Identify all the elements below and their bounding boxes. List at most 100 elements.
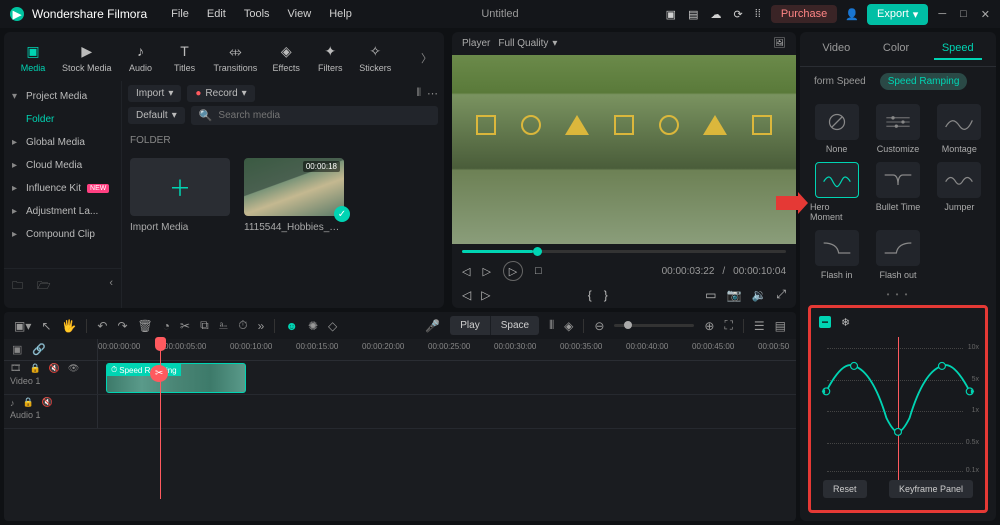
preset-none[interactable]: None <box>810 104 863 154</box>
tab-media[interactable]: ▣Media <box>12 38 54 77</box>
list-icon[interactable]: ☰ <box>754 319 765 333</box>
import-dropdown[interactable]: Import▾ <box>128 85 181 102</box>
collapse-tree-icon[interactable]: ‹ <box>109 277 113 296</box>
lock-icon[interactable]: 🔒 <box>23 397 34 408</box>
preset-customize[interactable]: Customize <box>871 104 924 154</box>
export-button[interactable]: Export▾ <box>867 4 928 25</box>
default-dropdown[interactable]: Default▾ <box>128 107 185 124</box>
camera-icon[interactable]: 📷 <box>726 288 741 302</box>
zoom-in-icon[interactable]: ⊕ <box>704 319 714 333</box>
tab-color[interactable]: Color <box>875 38 917 60</box>
tab-titles[interactable]: TTitles <box>164 38 206 77</box>
record-dropdown[interactable]: ●Record▾ <box>187 85 254 102</box>
tree-project-media[interactable]: ▾Project Media <box>4 85 121 108</box>
preset-hero-moment[interactable]: Hero Moment <box>810 162 863 222</box>
save-icon[interactable]: ▤ <box>688 8 698 21</box>
delete-icon[interactable]: 🗑 <box>138 319 153 333</box>
mixer-icon[interactable]: ⫴ <box>549 318 554 333</box>
fullscreen-icon[interactable]: ⤢ <box>776 287 786 302</box>
tree-global-media[interactable]: ▸Global Media <box>4 131 121 154</box>
preset-montage[interactable]: Montage <box>933 104 986 154</box>
mark-in-icon[interactable]: ◁ <box>462 288 471 302</box>
prev-frame-icon[interactable]: ◁ <box>462 265 470 278</box>
play-button[interactable]: ▷ <box>503 261 523 281</box>
zoom-fit-icon[interactable]: ⛶ <box>724 318 732 333</box>
preset-flash-out[interactable]: Flash out <box>871 230 924 280</box>
tree-compound-clip[interactable]: ▸Compound Clip <box>4 223 121 246</box>
freeze-frame-icon[interactable]: ❄ <box>841 316 850 329</box>
tabs-next-icon[interactable]: 〉 <box>417 50 436 66</box>
link-icon[interactable]: 🔗 <box>32 343 46 356</box>
panel-resize-handle[interactable]: • • • <box>800 288 996 301</box>
crop-icon[interactable]: ⧉ <box>200 318 209 333</box>
reset-button[interactable]: Reset <box>823 480 867 498</box>
tab-transitions[interactable]: ⤄Transitions <box>208 38 264 77</box>
menu-file[interactable]: File <box>171 8 189 20</box>
timer-icon[interactable]: ◔ <box>163 319 170 333</box>
subtab-speed-ramping[interactable]: Speed Ramping <box>880 73 968 90</box>
graph-toggle-icon[interactable]: − <box>819 316 831 328</box>
more-tools-icon[interactable]: » <box>258 319 265 333</box>
account-icon[interactable]: 👤 <box>845 8 859 21</box>
cloud-icon[interactable]: ☁ <box>710 8 721 21</box>
search-input[interactable] <box>218 110 430 121</box>
track-audio-icon[interactable]: ♪ <box>10 398 15 408</box>
keyframe-panel-button[interactable]: Keyframe Panel <box>889 480 973 498</box>
mute-icon[interactable]: 🔇 <box>49 363 60 374</box>
snapshot-icon[interactable]: 🖼 <box>773 38 786 49</box>
pointer-icon[interactable]: ↖ <box>41 319 51 333</box>
tree-adjustment-layer[interactable]: ▸Adjustment La... <box>4 200 121 223</box>
text-icon[interactable]: ⎁ <box>219 318 229 333</box>
video-preview[interactable] <box>452 55 796 244</box>
search-input-wrap[interactable]: 🔍 <box>191 106 438 125</box>
speed-ramping-graph[interactable]: 10x 5x 1x 0.5x 0.1x <box>817 337 979 480</box>
filter-icon[interactable]: ⫴ <box>416 87 421 100</box>
layout-icon[interactable]: ▣ <box>666 8 676 21</box>
folder-open-icon[interactable]: 🗀 <box>12 277 23 296</box>
timeline-ruler[interactable]: ✂ 00:00:00:0000:00:05:0000:00:10:0000:00… <box>98 339 796 359</box>
tree-folder[interactable]: Folder <box>4 108 121 131</box>
next-frame-icon[interactable]: ▷ <box>482 265 490 278</box>
undo-icon[interactable]: ↶ <box>97 319 107 333</box>
display-icon[interactable]: ▭ <box>705 288 716 302</box>
redo-icon[interactable]: ↷ <box>117 319 127 333</box>
video-clip[interactable]: ⏱Speed Ramping <box>106 363 246 393</box>
zoom-slider[interactable] <box>614 324 694 327</box>
tree-cloud-media[interactable]: ▸Cloud Media <box>4 154 121 177</box>
tree-influence-kit[interactable]: ▸Influence KitNEW <box>4 177 121 200</box>
tab-filters[interactable]: ✦Filters <box>309 38 351 77</box>
volume-icon[interactable]: 🔉 <box>751 288 766 302</box>
counter-icon[interactable]: ⟳ <box>733 8 742 21</box>
brace-open-icon[interactable]: { <box>588 288 592 302</box>
mute-icon[interactable]: 🔇 <box>42 397 53 408</box>
purchase-button[interactable]: Purchase <box>771 5 837 23</box>
playhead[interactable]: ✂ <box>160 339 161 499</box>
timeline-play-button[interactable]: PlaySpace <box>450 316 539 335</box>
keyframe-icon[interactable]: ◇ <box>328 319 337 333</box>
menu-help[interactable]: Help <box>329 8 352 20</box>
apps-icon[interactable]: ⁞⁞ <box>755 8 761 20</box>
ai-icon[interactable]: ☻ <box>285 319 298 333</box>
import-media-tile[interactable]: ＋Import Media <box>130 158 230 233</box>
folder-add-icon[interactable]: 🗁 <box>37 277 51 296</box>
track-film-icon[interactable]: 🎞 <box>10 363 21 374</box>
tab-stickers[interactable]: ✧Stickers <box>353 38 397 77</box>
mic-icon[interactable]: 🎤 <box>425 319 440 333</box>
preset-jumper[interactable]: Jumper <box>933 162 986 222</box>
window-maximize-icon[interactable]: □ <box>960 8 967 21</box>
player-select[interactable]: Player <box>462 38 490 49</box>
snap-icon[interactable]: ▣ <box>12 343 22 356</box>
visibility-icon[interactable]: 👁 <box>68 363 79 374</box>
subtab-uniform-speed[interactable]: form Speed <box>806 73 874 90</box>
hand-icon[interactable]: 🖐 <box>61 319 76 333</box>
tab-audio[interactable]: ♪Audio <box>120 38 162 77</box>
scrub-bar[interactable] <box>462 250 786 253</box>
stop-button[interactable]: □ <box>535 265 542 277</box>
lock-icon[interactable]: 🔒 <box>29 363 40 374</box>
more-icon[interactable]: ⋯ <box>427 87 438 100</box>
zoom-out-icon[interactable]: ⊖ <box>594 319 604 333</box>
tab-speed[interactable]: Speed <box>934 38 982 60</box>
scrub-thumb[interactable] <box>533 247 542 256</box>
mark-out-icon[interactable]: ▷ <box>481 288 490 302</box>
tab-stock-media[interactable]: ▶Stock Media <box>56 38 118 77</box>
